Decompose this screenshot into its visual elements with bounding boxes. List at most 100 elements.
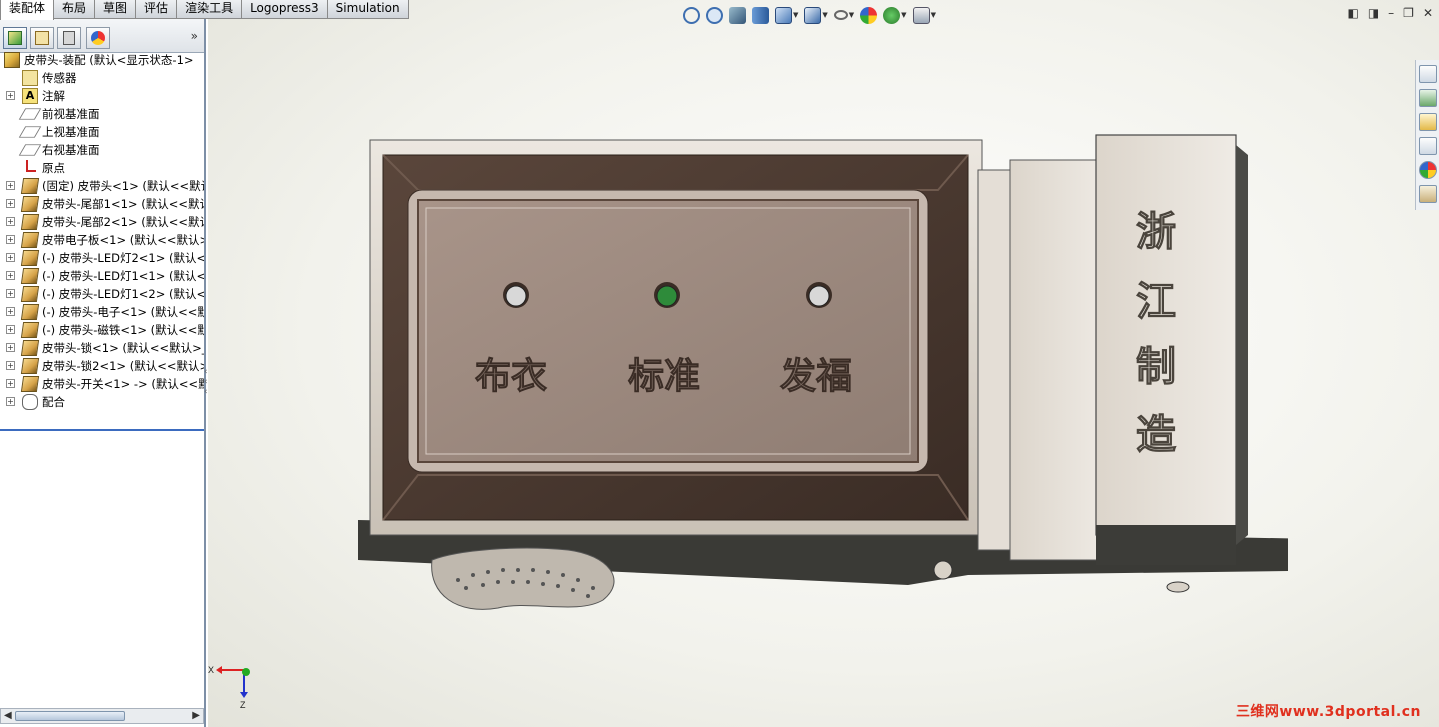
tree-item-label: (固定) 皮带头<1> (默认<<默认 bbox=[42, 179, 204, 193]
view-settings-icon[interactable] bbox=[912, 6, 930, 24]
tree-item[interactable]: 原点 bbox=[0, 159, 204, 177]
led-3 bbox=[808, 285, 830, 307]
zoom-to-area-icon[interactable] bbox=[706, 6, 723, 24]
hide-show-items-icon[interactable] bbox=[833, 10, 848, 20]
tree-item[interactable]: 前视基准面 bbox=[0, 105, 204, 123]
tree-item[interactable]: + 皮带头-尾部1<1> (默认<<默认 bbox=[0, 195, 204, 213]
expand-toggle-icon[interactable]: + bbox=[6, 235, 15, 244]
expand-panel-icon[interactable]: » bbox=[191, 29, 198, 43]
tree-item[interactable]: + (-) 皮带头-LED灯2<1> (默认< bbox=[0, 249, 204, 267]
appearances-scenes-icon[interactable] bbox=[1419, 161, 1437, 179]
design-library-icon[interactable] bbox=[1419, 89, 1437, 107]
file-explorer-icon[interactable] bbox=[1419, 113, 1437, 131]
tree-horizontal-scrollbar[interactable]: ◀ ▶ bbox=[0, 708, 204, 724]
plane-icon bbox=[18, 144, 42, 156]
expand-toggle-icon[interactable]: + bbox=[6, 325, 15, 334]
tab-4[interactable]: 渲染工具 bbox=[176, 0, 243, 19]
expand-toggle-icon[interactable]: + bbox=[6, 361, 15, 370]
section-view-icon[interactable] bbox=[752, 6, 769, 24]
property-manager-tab-button[interactable] bbox=[30, 27, 54, 49]
belt-buckle-model[interactable]: 布衣 标准 发福 浙 江 制 造 bbox=[348, 130, 1288, 620]
origin-icon bbox=[26, 160, 36, 172]
tree-item[interactable]: + 配合 bbox=[0, 393, 204, 411]
view-settings-dropdown-icon[interactable]: ▼ bbox=[931, 11, 936, 19]
display-icon bbox=[91, 31, 105, 45]
tree-item[interactable]: + 皮带电子板<1> (默认<<默认>_ bbox=[0, 231, 204, 249]
tree-root-label: 皮带头-装配 (默认<显示状态-1> bbox=[24, 53, 194, 67]
tree-item[interactable]: + A 注解 bbox=[0, 87, 204, 105]
scroll-right-icon[interactable]: ▶ bbox=[192, 710, 200, 721]
expand-toggle-icon[interactable]: + bbox=[6, 379, 15, 388]
tree-item[interactable]: + (-) 皮带头-电子<1> (默认<<默 bbox=[0, 303, 204, 321]
part-icon bbox=[20, 250, 40, 266]
tab-5[interactable]: Logopress3 bbox=[241, 0, 328, 19]
mate-icon bbox=[22, 394, 38, 410]
edit-appearance-icon[interactable] bbox=[860, 6, 878, 24]
expand-toggle-icon[interactable]: + bbox=[6, 343, 15, 352]
feature-manager-panel: » 皮带头-装配 (默认<显示状态-1> 传感器 + A 注解 前视基准面 上视基准面 右视… bbox=[0, 19, 208, 727]
apply-scene-dropdown-icon[interactable]: ▼ bbox=[901, 11, 906, 19]
expand-toggle-icon[interactable]: + bbox=[6, 217, 15, 226]
hide-show-dropdown-icon[interactable]: ▼ bbox=[849, 11, 854, 19]
part-icon bbox=[20, 214, 40, 230]
expand-toggle-icon[interactable]: + bbox=[6, 289, 15, 298]
scroll-left-icon[interactable]: ◀ bbox=[4, 710, 12, 721]
tab-6[interactable]: Simulation bbox=[326, 0, 409, 19]
feature-manager-tab-button[interactable] bbox=[3, 27, 27, 49]
previous-view-icon[interactable] bbox=[729, 6, 746, 24]
tree-item[interactable]: + (固定) 皮带头<1> (默认<<默认 bbox=[0, 177, 204, 195]
tree-item[interactable]: + (-) 皮带头-LED灯1<2> (默认< bbox=[0, 285, 204, 303]
tree-item[interactable]: + 皮带头-锁2<1> (默认<<默认>_ bbox=[0, 357, 204, 375]
tab-1[interactable]: 布局 bbox=[53, 0, 96, 19]
tab-0[interactable]: 装配体 bbox=[0, 0, 55, 20]
view-orientation-dropdown-icon[interactable]: ▼ bbox=[793, 11, 798, 19]
tab-2[interactable]: 草图 bbox=[94, 0, 137, 19]
view-orientation-icon[interactable] bbox=[775, 6, 792, 24]
tree-item[interactable]: + (-) 皮带头-磁铁<1> (默认<<默 bbox=[0, 321, 204, 339]
led-2 bbox=[656, 285, 678, 307]
restore-icon[interactable]: ❐ bbox=[1403, 6, 1414, 20]
display-manager-tab-button[interactable] bbox=[86, 27, 110, 49]
tile-left-icon[interactable]: ◧ bbox=[1347, 6, 1358, 20]
expand-toggle-icon[interactable]: + bbox=[6, 307, 15, 316]
solidworks-resources-icon[interactable] bbox=[1419, 65, 1437, 83]
expand-toggle-icon[interactable]: + bbox=[6, 91, 15, 100]
apply-scene-icon[interactable] bbox=[883, 6, 901, 24]
tree-item[interactable]: + (-) 皮带头-LED灯1<1> (默认< bbox=[0, 267, 204, 285]
tree-item[interactable]: + 皮带头-锁<1> (默认<<默认>_显 bbox=[0, 339, 204, 357]
tree-item[interactable]: + 皮带头-尾部2<1> (默认<<默认 bbox=[0, 213, 204, 231]
tree-item[interactable]: + 皮带头-开关<1> -> (默认<<默 bbox=[0, 375, 204, 393]
configuration-manager-tab-button[interactable] bbox=[57, 27, 81, 49]
custom-properties-icon[interactable] bbox=[1419, 185, 1437, 203]
tree-item[interactable]: 上视基准面 bbox=[0, 123, 204, 141]
plane-icon bbox=[18, 126, 42, 138]
tree-root-assembly[interactable]: 皮带头-装配 (默认<显示状态-1> bbox=[0, 51, 204, 69]
part-icon bbox=[20, 196, 40, 212]
graphics-area[interactable]: ▼ ▼ ▼ ▼ ▼ ◧ ◨ – ❐ ✕ 布衣 标准 发福 浙 江 制 造 X Z… bbox=[208, 0, 1439, 727]
assembly-icon bbox=[4, 52, 20, 68]
tile-right-icon[interactable]: ◨ bbox=[1368, 6, 1379, 20]
minimize-icon[interactable]: – bbox=[1388, 6, 1394, 20]
expand-toggle-icon[interactable]: + bbox=[6, 397, 15, 406]
tab-3[interactable]: 评估 bbox=[135, 0, 178, 19]
scroll-thumb[interactable] bbox=[15, 711, 125, 721]
plate-label-3: 发福 bbox=[780, 355, 852, 397]
model-side-box bbox=[1095, 134, 1237, 536]
side-label-4: 造 bbox=[1136, 411, 1176, 458]
expand-toggle-icon[interactable]: + bbox=[6, 271, 15, 280]
expand-toggle-icon[interactable]: + bbox=[6, 199, 15, 208]
tree-item[interactable]: 右视基准面 bbox=[0, 141, 204, 159]
expand-toggle-icon[interactable]: + bbox=[6, 181, 15, 190]
close-icon[interactable]: ✕ bbox=[1423, 6, 1433, 20]
zoom-to-fit-icon[interactable] bbox=[683, 6, 700, 24]
tree-item[interactable]: 传感器 bbox=[0, 69, 204, 87]
tree-item-label: 右视基准面 bbox=[42, 143, 100, 157]
sensor-icon bbox=[22, 70, 38, 86]
display-style-icon[interactable] bbox=[804, 6, 822, 24]
part-icon bbox=[20, 268, 40, 284]
display-style-dropdown-icon[interactable]: ▼ bbox=[822, 11, 827, 19]
tree-item-label: 皮带头-尾部1<1> (默认<<默认 bbox=[42, 197, 204, 211]
expand-toggle-icon[interactable]: + bbox=[6, 253, 15, 262]
annotation-icon: A bbox=[22, 88, 38, 104]
view-palette-icon[interactable] bbox=[1419, 137, 1437, 155]
